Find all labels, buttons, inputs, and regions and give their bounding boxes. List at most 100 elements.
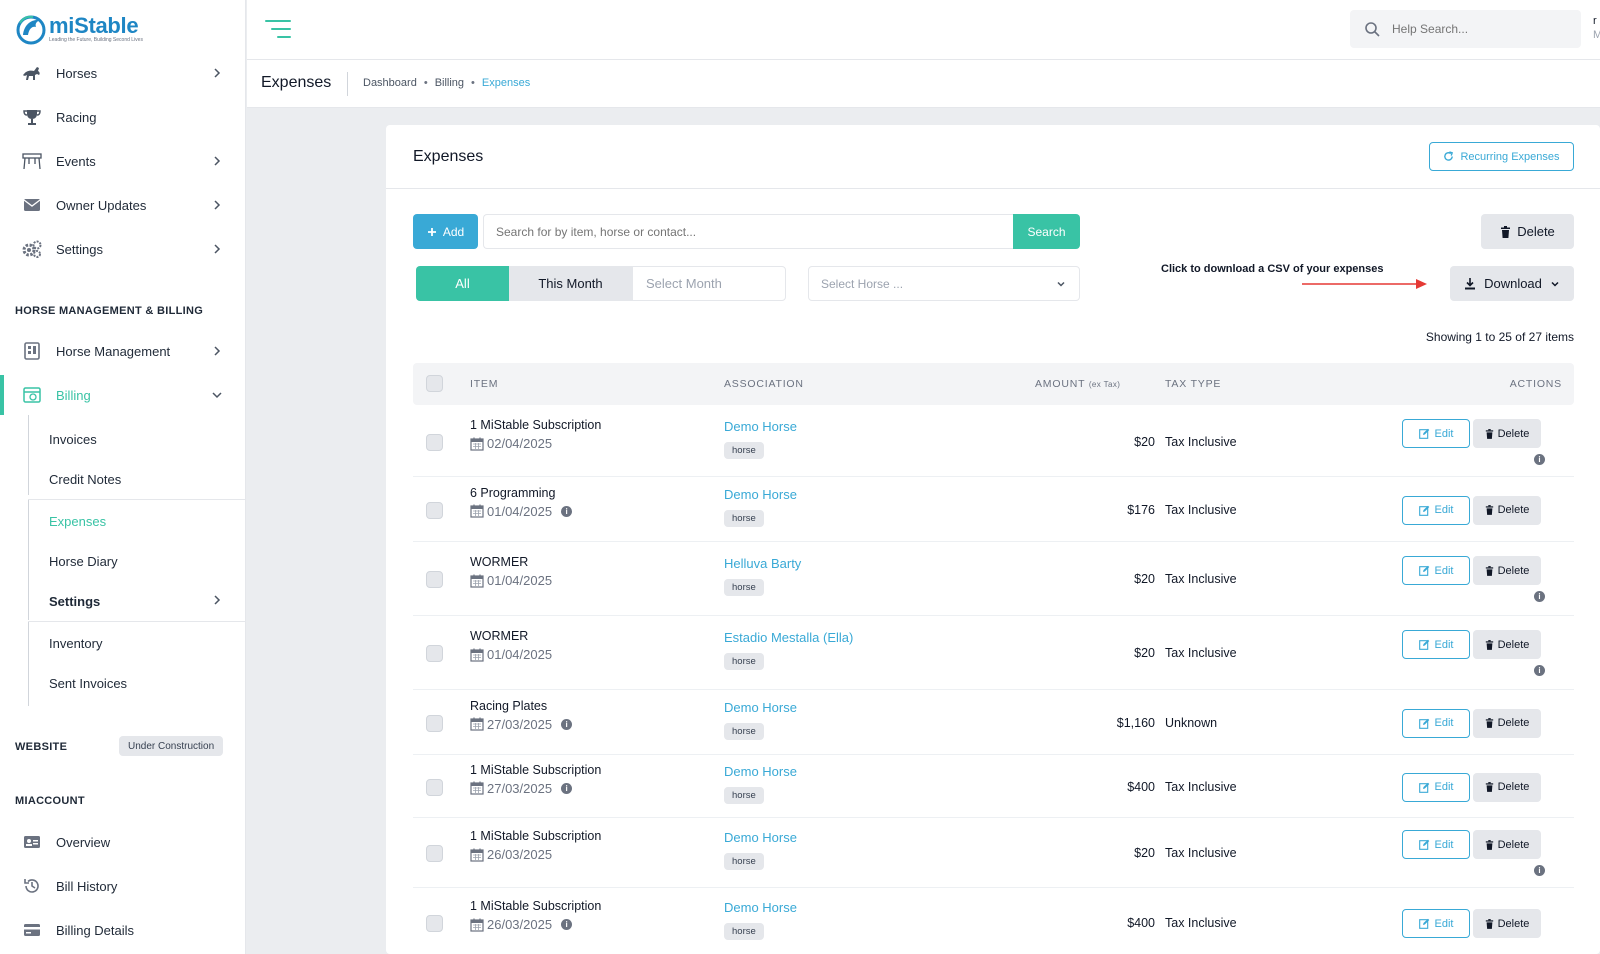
recurring-expenses-button[interactable]: Recurring Expenses: [1429, 142, 1574, 171]
subheader: Expenses Dashboard • Billing • Expenses: [247, 60, 1600, 108]
delete-button[interactable]: Delete: [1473, 772, 1541, 802]
sidebar-subitem-credit-notes[interactable]: Credit Notes: [49, 472, 121, 487]
edit-label: Edit: [1434, 717, 1454, 729]
delete-button[interactable]: Delete: [1473, 495, 1541, 525]
association-link[interactable]: Demo Horse: [724, 487, 797, 502]
row-checkbox[interactable]: [426, 434, 443, 451]
filter-all-button[interactable]: All: [416, 266, 509, 301]
select-horse-dropdown[interactable]: Select Horse ...: [808, 266, 1080, 301]
delete-label: Delete: [1517, 224, 1555, 239]
row-checkbox[interactable]: [426, 778, 443, 796]
association-link[interactable]: Demo Horse: [724, 419, 797, 434]
row-checkbox[interactable]: [426, 714, 443, 732]
row-checkbox[interactable]: [426, 845, 443, 862]
select-all-checkbox[interactable]: [426, 375, 443, 392]
sidebar-item-horse-management[interactable]: Horse Management: [0, 331, 245, 371]
sidebar-item-bill-history[interactable]: Bill History: [0, 866, 245, 906]
sidebar-item-settings[interactable]: Settings: [0, 229, 245, 269]
pagination-summary: Showing 1 to 25 of 27 items: [1425, 330, 1574, 344]
association-link[interactable]: Demo Horse: [724, 764, 797, 779]
association-link[interactable]: Demo Horse: [724, 700, 797, 715]
card-header: Expenses Recurring Expenses: [386, 125, 1600, 189]
calendar-icon: [470, 717, 484, 731]
row-checkbox[interactable]: [426, 915, 443, 932]
expenses-card: Expenses Recurring Expenses Add Search D…: [386, 125, 1600, 954]
delete-label: Delete: [1497, 781, 1530, 793]
row-checkbox[interactable]: [426, 645, 443, 662]
section-title-website: WEBSITE: [15, 741, 68, 753]
item-name: 6 Programming: [470, 485, 556, 500]
row-checkbox[interactable]: [426, 501, 443, 519]
download-button[interactable]: Download: [1450, 266, 1574, 301]
info-icon[interactable]: i: [1534, 454, 1545, 465]
item-date: 01/04/2025 i: [470, 504, 573, 519]
search-icon: [1365, 22, 1380, 37]
horse-logo-icon: [16, 15, 46, 45]
sidebar-subitem-invoices[interactable]: Invoices: [49, 432, 97, 447]
expense-search-input[interactable]: [483, 214, 1013, 249]
select-month-field[interactable]: Select Month: [632, 266, 786, 301]
edit-button[interactable]: Edit: [1402, 830, 1470, 859]
sidebar-item-horses[interactable]: Horses: [0, 53, 245, 93]
delete-button[interactable]: Delete: [1473, 419, 1541, 448]
menu-toggle-icon[interactable]: [265, 17, 291, 41]
edit-button[interactable]: Edit: [1402, 419, 1470, 448]
edit-label: Edit: [1434, 838, 1454, 851]
sidebar-item-billing-details[interactable]: Billing Details: [0, 910, 245, 950]
edit-button[interactable]: Edit: [1402, 630, 1470, 659]
amount: $20: [1134, 846, 1155, 860]
brand-name: miStable: [49, 13, 139, 38]
delete-button[interactable]: Delete: [1473, 708, 1541, 738]
add-expense-button[interactable]: Add: [413, 214, 478, 249]
filter-this-month-button[interactable]: This Month: [509, 266, 632, 301]
info-icon[interactable]: i: [1534, 865, 1545, 876]
info-icon[interactable]: i: [561, 782, 573, 794]
edit-button[interactable]: Edit: [1402, 772, 1470, 802]
sidebar-subitem-horse-diary[interactable]: Horse Diary: [49, 554, 118, 569]
info-icon[interactable]: i: [561, 919, 573, 930]
association-link[interactable]: Demo Horse: [724, 900, 797, 915]
bulk-delete-button[interactable]: Delete: [1481, 214, 1574, 249]
edit-icon: [1418, 639, 1429, 650]
edit-icon: [1418, 782, 1429, 793]
delete-button[interactable]: Delete: [1473, 909, 1541, 938]
help-search: [1350, 10, 1581, 48]
delete-button[interactable]: Delete: [1473, 830, 1541, 859]
sidebar-item-owner-updates[interactable]: Owner Updates: [0, 185, 245, 225]
info-icon[interactable]: i: [561, 718, 573, 730]
delete-button[interactable]: Delete: [1473, 556, 1541, 585]
sidebar-item-racing[interactable]: Racing: [0, 97, 245, 137]
info-icon[interactable]: i: [1534, 591, 1545, 602]
refresh-icon: [1444, 151, 1454, 161]
association-link[interactable]: Estadio Mestalla (Ella): [724, 630, 853, 645]
trash-icon: [1485, 428, 1493, 439]
edit-button[interactable]: Edit: [1402, 495, 1470, 525]
edit-button[interactable]: Edit: [1402, 909, 1470, 938]
delete-button[interactable]: Delete: [1473, 630, 1541, 659]
sidebar-item-overview[interactable]: Overview: [0, 822, 245, 862]
breadcrumb-billing[interactable]: Billing: [435, 77, 464, 89]
logo[interactable]: miStable Leading the Future, Building Se…: [14, 12, 143, 46]
edit-icon: [1418, 505, 1429, 516]
sidebar-subitem-settings[interactable]: Settings: [49, 594, 100, 609]
info-icon[interactable]: i: [561, 505, 573, 517]
breadcrumb-dashboard[interactable]: Dashboard: [363, 77, 417, 89]
trash-icon: [1485, 918, 1493, 929]
edit-button[interactable]: Edit: [1402, 556, 1470, 585]
table-row: 1 MiStable Subscription 02/04/2025 Demo Ho…: [413, 407, 1574, 477]
column-header-actions: ACTIONS: [1509, 378, 1562, 390]
id-card-icon: [22, 832, 42, 852]
sidebar-subitem-inventory[interactable]: Inventory: [49, 636, 102, 651]
association-link[interactable]: Demo Horse: [724, 830, 797, 845]
edit-button[interactable]: Edit: [1402, 708, 1470, 738]
row-checkbox[interactable]: [426, 571, 443, 588]
info-icon[interactable]: i: [1534, 665, 1545, 676]
sidebar-item-events[interactable]: Events: [0, 141, 245, 181]
search-button[interactable]: Search: [1013, 214, 1080, 249]
user-menu[interactable]: r M: [1593, 14, 1600, 42]
sidebar-subitem-expenses[interactable]: Expenses: [49, 514, 106, 529]
sidebar-item-billing[interactable]: Billing: [0, 375, 245, 415]
association-link[interactable]: Helluva Barty: [724, 556, 801, 571]
help-search-input[interactable]: [1392, 18, 1572, 40]
sidebar-subitem-sent-invoices[interactable]: Sent Invoices: [49, 676, 127, 691]
